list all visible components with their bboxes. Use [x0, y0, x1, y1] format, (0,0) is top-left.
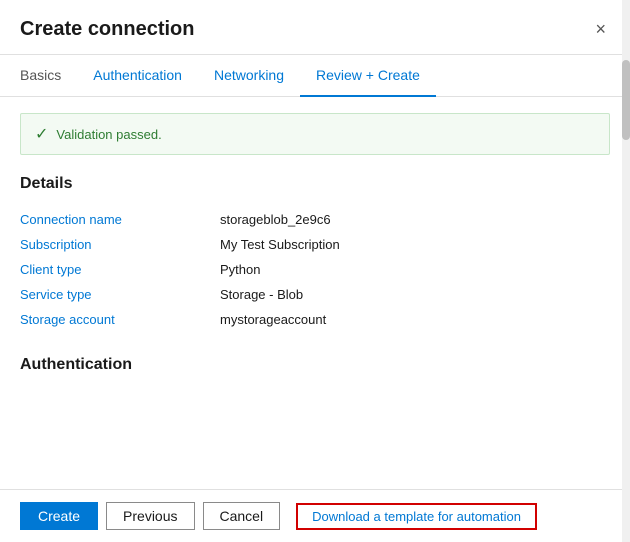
close-button[interactable]: ×: [591, 16, 610, 42]
detail-row-client-type: Client type Python: [20, 257, 610, 282]
create-connection-dialog: Create connection × Basics Authenticatio…: [0, 0, 630, 542]
detail-row-storage-account: Storage account mystorageaccount: [20, 307, 610, 332]
detail-label-service-type: Service type: [20, 287, 220, 302]
scrollbar-thumb[interactable]: [622, 60, 630, 140]
tabs-bar: Basics Authentication Networking Review …: [0, 55, 630, 97]
tab-basics[interactable]: Basics: [20, 55, 77, 97]
scrollbar-track: [622, 0, 630, 542]
detail-label-connection-name: Connection name: [20, 212, 220, 227]
detail-value-subscription: My Test Subscription: [220, 237, 340, 252]
check-circle-icon: ✓: [35, 124, 48, 144]
tab-networking[interactable]: Networking: [198, 55, 300, 97]
detail-value-storage-account: mystorageaccount: [220, 312, 326, 327]
dialog-header: Create connection ×: [0, 0, 630, 55]
previous-button[interactable]: Previous: [106, 502, 194, 530]
detail-row-service-type: Service type Storage - Blob: [20, 282, 610, 307]
detail-value-service-type: Storage - Blob: [220, 287, 303, 302]
download-template-button[interactable]: Download a template for automation: [296, 503, 537, 530]
detail-row-subscription: Subscription My Test Subscription: [20, 232, 610, 257]
dialog-content: ✓ Validation passed. Details Connection …: [0, 97, 630, 489]
validation-banner: ✓ Validation passed.: [20, 113, 610, 155]
create-button[interactable]: Create: [20, 502, 98, 530]
detail-label-storage-account: Storage account: [20, 312, 220, 327]
detail-label-client-type: Client type: [20, 262, 220, 277]
detail-value-connection-name: storageblob_2e9c6: [220, 212, 331, 227]
detail-label-subscription: Subscription: [20, 237, 220, 252]
authentication-section-title: Authentication: [20, 356, 610, 374]
dialog-footer: Create Previous Cancel Download a templa…: [0, 489, 630, 542]
details-section-title: Details: [20, 175, 610, 193]
tab-review-create[interactable]: Review + Create: [300, 55, 436, 97]
tab-authentication[interactable]: Authentication: [77, 55, 198, 97]
detail-row-connection-name: Connection name storageblob_2e9c6: [20, 207, 610, 232]
details-table: Connection name storageblob_2e9c6 Subscr…: [20, 207, 610, 332]
validation-message: Validation passed.: [56, 127, 161, 142]
cancel-button[interactable]: Cancel: [203, 502, 281, 530]
dialog-title: Create connection: [20, 18, 194, 41]
detail-value-client-type: Python: [220, 262, 260, 277]
